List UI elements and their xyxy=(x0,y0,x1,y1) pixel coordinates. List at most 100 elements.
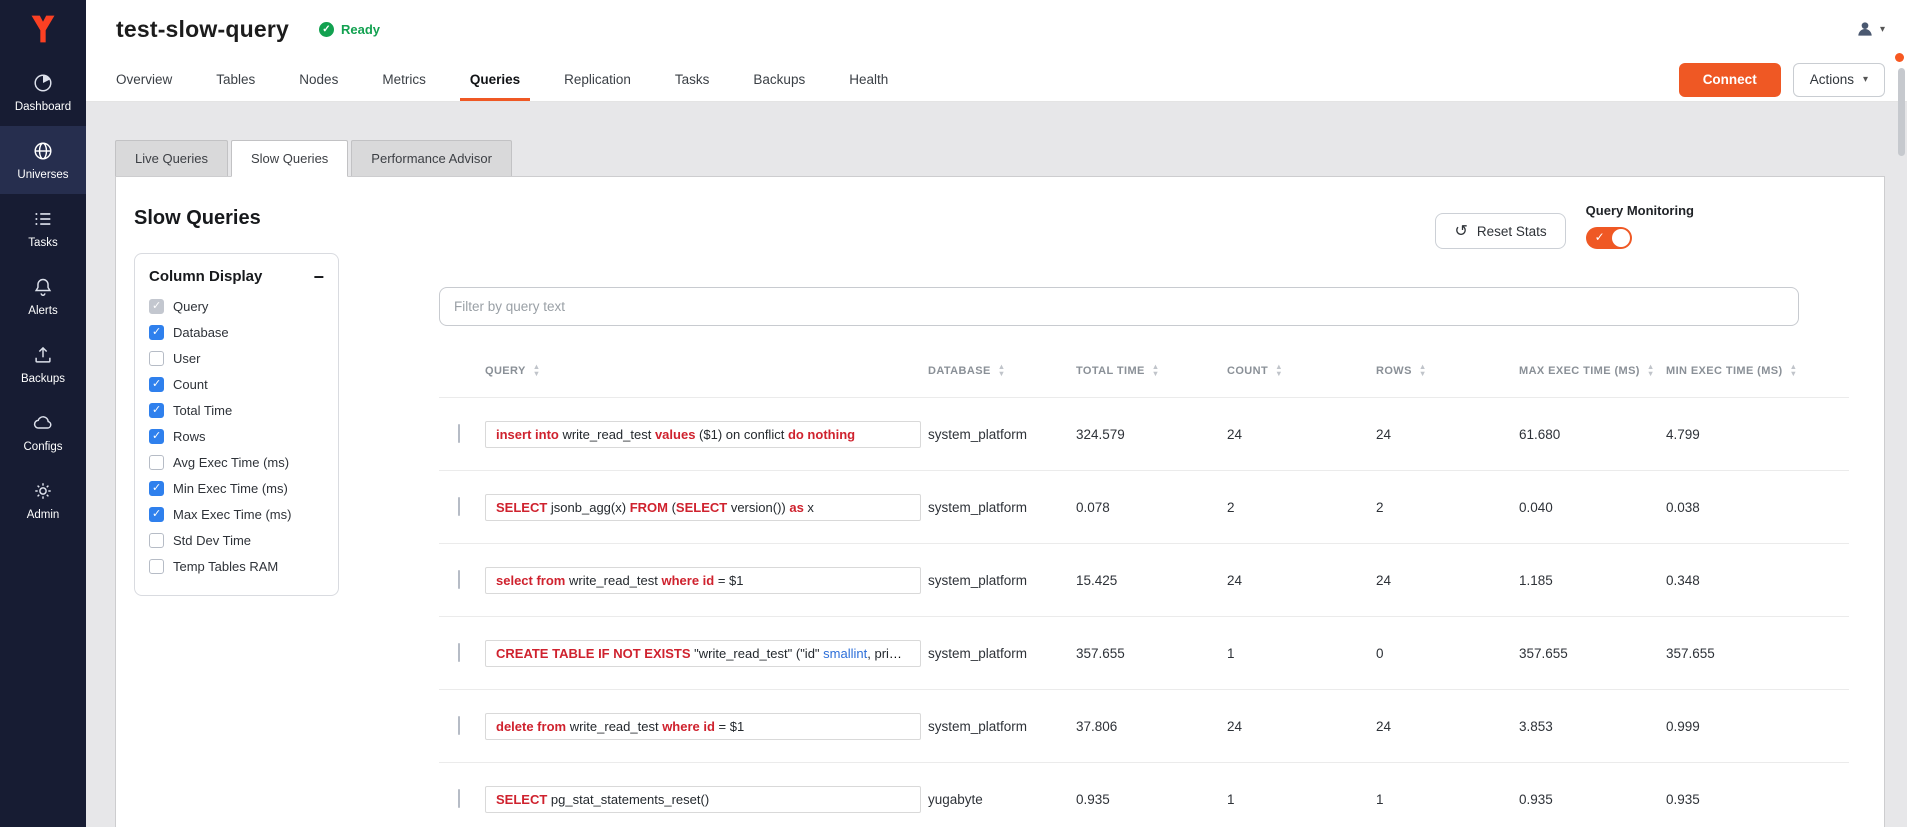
actions-button[interactable]: Actions xyxy=(1793,63,1885,97)
column-option[interactable]: Avg Exec Time (ms) xyxy=(149,449,324,475)
query-text[interactable]: insert into write_read_test values ($1) … xyxy=(485,421,921,448)
cell-count: 1 xyxy=(1227,646,1376,661)
row-checkbox[interactable] xyxy=(458,424,460,443)
column-option-checkbox[interactable] xyxy=(149,429,164,444)
row-checkbox-cell xyxy=(439,790,485,808)
query-text[interactable]: SELECT jsonb_agg(x) FROM (SELECT version… xyxy=(485,494,921,521)
cell-database: system_platform xyxy=(928,427,1076,442)
column-option[interactable]: Query xyxy=(149,293,324,319)
query-cell: CREATE TABLE IF NOT EXISTS "write_read_t… xyxy=(485,640,928,667)
column-option-checkbox[interactable] xyxy=(149,403,164,418)
column-option-checkbox[interactable] xyxy=(149,325,164,340)
row-checkbox[interactable] xyxy=(458,789,460,808)
page-title: Slow Queries xyxy=(134,207,261,230)
table-row: delete from write_read_test where id = $… xyxy=(439,689,1849,762)
sort-icon xyxy=(1790,364,1798,377)
query-subtabs: Live Queries Slow Queries Performance Ad… xyxy=(115,140,1885,176)
nav-tab-label: Tables xyxy=(216,72,255,87)
cell-rows: 24 xyxy=(1376,427,1519,442)
query-text[interactable]: SELECT pg_stat_statements_reset() xyxy=(485,786,921,813)
sidebar-item-configs[interactable]: Configs xyxy=(0,398,86,466)
slow-queries-panel: Slow Queries Reset Stats Query Monitorin… xyxy=(115,176,1885,827)
yugabyte-logo-icon xyxy=(27,13,59,45)
nav-tab[interactable]: Tables xyxy=(194,58,277,101)
column-option[interactable]: Temp Tables RAM xyxy=(149,553,324,579)
table-column-header[interactable]: DATABASE xyxy=(928,364,1076,377)
column-option[interactable]: Count xyxy=(149,371,324,397)
column-option-checkbox[interactable] xyxy=(149,455,164,470)
column-option-checkbox[interactable] xyxy=(149,377,164,392)
sidebar-item-universes[interactable]: Universes xyxy=(0,126,86,194)
nav-tab[interactable]: Backups xyxy=(731,58,827,101)
column-option-label: Avg Exec Time (ms) xyxy=(173,455,289,470)
user-avatar-icon xyxy=(1855,19,1875,39)
row-checkbox[interactable] xyxy=(458,497,460,516)
query-subtab[interactable]: Performance Advisor xyxy=(351,140,512,176)
nav-tab[interactable]: Metrics xyxy=(360,58,448,101)
page-scrollbar-thumb[interactable] xyxy=(1898,68,1905,156)
reset-stats-button[interactable]: Reset Stats xyxy=(1435,213,1565,249)
nav-tab[interactable]: Nodes xyxy=(277,58,360,101)
nav-tab[interactable]: Health xyxy=(827,58,910,101)
sidebar-item-admin[interactable]: Admin xyxy=(0,466,86,534)
connect-button[interactable]: Connect xyxy=(1679,63,1781,97)
cell-max-exec-time: 357.655 xyxy=(1519,646,1666,661)
user-menu[interactable] xyxy=(1855,19,1885,39)
sidebar-item-backups[interactable]: Backups xyxy=(0,330,86,398)
column-option[interactable]: Max Exec Time (ms) xyxy=(149,501,324,527)
table-column-header[interactable]: MIN EXEC TIME (MS) xyxy=(1666,364,1849,377)
actions-button-label: Actions xyxy=(1810,72,1854,87)
column-option-checkbox[interactable] xyxy=(149,533,164,548)
row-checkbox[interactable] xyxy=(458,643,460,662)
nav-tab[interactable]: Tasks xyxy=(653,58,732,101)
column-display-card: Column Display Query Database xyxy=(134,253,339,596)
table-column-header[interactable]: ROWS xyxy=(1376,364,1519,377)
query-subtab[interactable]: Slow Queries xyxy=(231,140,348,177)
row-checkbox[interactable] xyxy=(458,570,460,589)
query-text[interactable]: CREATE TABLE IF NOT EXISTS "write_read_t… xyxy=(485,640,921,667)
column-option-label: User xyxy=(173,351,200,366)
sidebar-item-dashboard[interactable]: Dashboard xyxy=(0,58,86,126)
nav-tab[interactable]: Replication xyxy=(542,58,653,101)
column-option-checkbox[interactable] xyxy=(149,507,164,522)
column-option[interactable]: Std Dev Time xyxy=(149,527,324,553)
column-option[interactable]: Rows xyxy=(149,423,324,449)
query-cell: SELECT jsonb_agg(x) FROM (SELECT version… xyxy=(485,494,928,521)
cell-max-exec-time: 3.853 xyxy=(1519,719,1666,734)
yugabyte-logo[interactable] xyxy=(0,0,86,58)
column-option-checkbox[interactable] xyxy=(149,299,164,314)
cell-count: 1 xyxy=(1227,792,1376,807)
nav-tab[interactable]: Queries xyxy=(448,58,542,101)
column-option[interactable]: Database xyxy=(149,319,324,345)
table-column-header[interactable]: TOTAL TIME xyxy=(1076,364,1227,377)
row-checkbox[interactable] xyxy=(458,716,460,735)
nav-tab-label: Queries xyxy=(470,72,520,87)
table-column-header[interactable]: QUERY xyxy=(485,364,928,377)
table-column-header[interactable]: MAX EXEC TIME (MS) xyxy=(1519,364,1666,377)
list-icon xyxy=(32,208,54,230)
collapse-icon[interactable] xyxy=(313,271,324,283)
sidebar-item-tasks[interactable]: Tasks xyxy=(0,194,86,262)
table-row: CREATE TABLE IF NOT EXISTS "write_read_t… xyxy=(439,616,1849,689)
column-option-label: Rows xyxy=(173,429,206,444)
column-option-checkbox[interactable] xyxy=(149,559,164,574)
column-option-checkbox[interactable] xyxy=(149,351,164,366)
panel-body: Column Display Query Database xyxy=(116,253,1884,827)
query-filter-input[interactable] xyxy=(439,287,1799,326)
sidebar-item-alerts[interactable]: Alerts xyxy=(0,262,86,330)
column-option[interactable]: User xyxy=(149,345,324,371)
query-text[interactable]: select from write_read_test where id = $… xyxy=(485,567,921,594)
nav-tab[interactable]: Overview xyxy=(94,58,194,101)
column-option-checkbox[interactable] xyxy=(149,481,164,496)
nav-tabs: Overview Tables Nodes Metrics Queries Re… xyxy=(94,58,910,101)
table-column-header[interactable]: COUNT xyxy=(1227,364,1376,377)
column-option[interactable]: Total Time xyxy=(149,397,324,423)
query-text[interactable]: delete from write_read_test where id = $… xyxy=(485,713,921,740)
table-header-row: QUERY DATABASE TOTAL TIME COUNT xyxy=(485,356,1849,397)
status-label: Ready xyxy=(341,22,380,37)
query-monitoring-toggle[interactable] xyxy=(1586,227,1632,249)
sort-icon xyxy=(998,364,1006,377)
query-subtab[interactable]: Live Queries xyxy=(115,140,228,176)
table-column-label: TOTAL TIME xyxy=(1076,365,1145,377)
column-option[interactable]: Min Exec Time (ms) xyxy=(149,475,324,501)
